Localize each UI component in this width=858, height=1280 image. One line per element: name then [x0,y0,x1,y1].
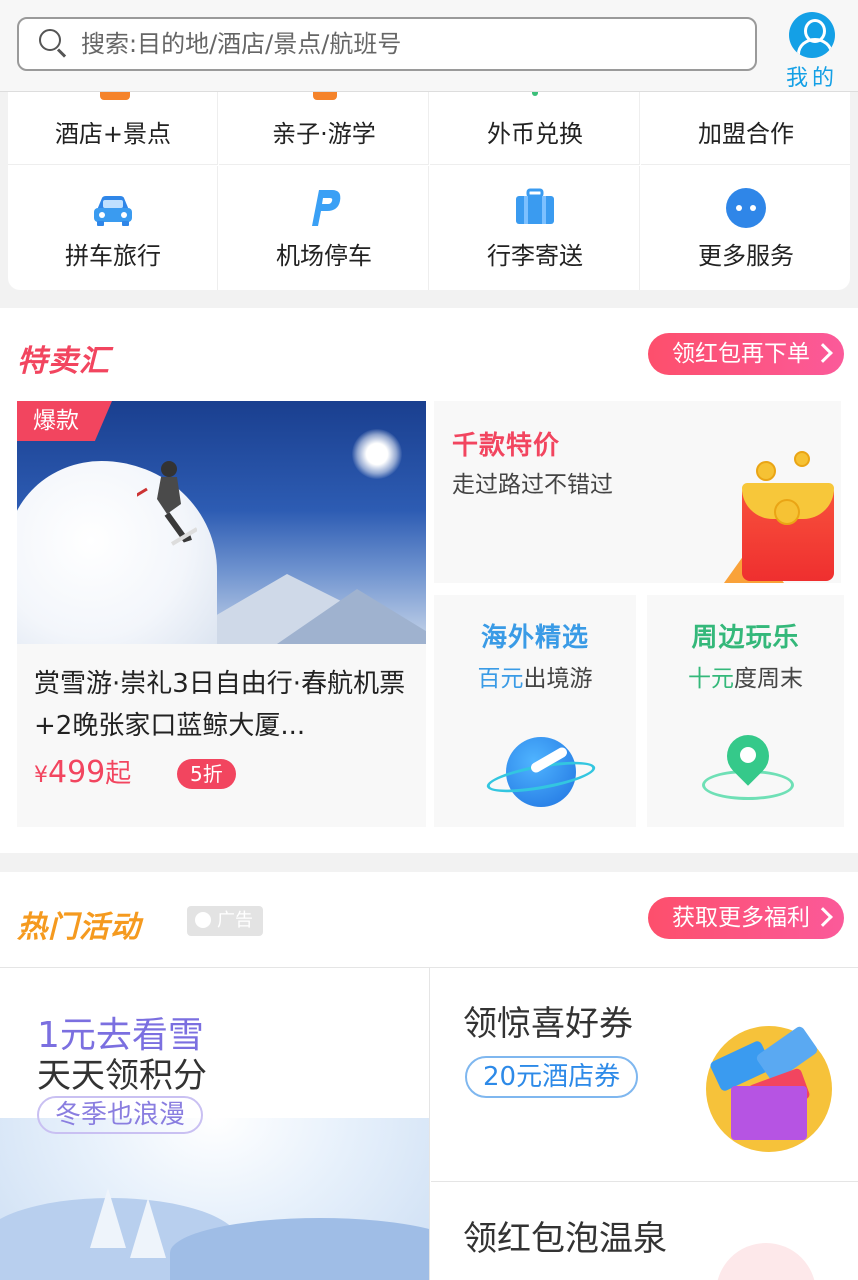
service-franchise[interactable]: 加盟合作 [641,92,850,165]
specials-title: 千款特价 [452,431,561,461]
activities-title: 热门活动 [17,910,141,945]
snow-activity-tag: 冬季也浪漫 [37,1096,204,1134]
search-box[interactable] [17,17,757,71]
service-airport-parking[interactable]: 机场停车 [219,166,429,290]
snow-activity-subheadline: 天天领积分 [37,1056,207,1096]
service-currency-exchange[interactable]: 外币兑换 [430,92,640,165]
more-icon [726,188,766,228]
overseas-card[interactable]: 海外精选 百元出境游 [434,595,636,827]
service-hotel-scenic[interactable]: 酒店+景点 [8,92,218,165]
search-icon [37,27,71,61]
coin-icon [756,461,776,481]
user-avatar-icon [789,12,835,58]
discount-badge: 5折 [177,759,236,789]
mine-label: 我的 [785,66,838,91]
get-coupon-button[interactable]: 领红包再下单 [648,333,844,375]
service-more[interactable]: 更多服务 [641,166,850,290]
more-benefits-label: 获取更多福利 [672,905,810,931]
hot-deal-price: ¥499起 [34,755,132,790]
nearby-title: 周边玩乐 [691,623,800,653]
chevron-right-icon [813,343,833,363]
coin-icon [794,451,810,467]
coupon-activity-title: 领惊喜好券 [463,1004,633,1044]
service-family-study[interactable]: 亲子·游学 [219,92,429,165]
nearby-subtitle: 十元度周末 [688,666,803,692]
search-input[interactable] [81,30,721,58]
overseas-subtitle: 百元出境游 [477,666,593,692]
parking-icon [312,190,341,226]
coupon-activity-card[interactable]: 领惊喜好券 20元酒店券 [431,968,858,1182]
activities-grid: 1元去看雪 天天领积分 冬季也浪漫 领惊喜好券 20元酒店券 领红包泡温泉 [0,967,858,1280]
service-luggage-delivery[interactable]: 行李寄送 [430,166,640,290]
ad-badge: 广告 [187,906,263,936]
get-coupon-label: 领红包再下单 [672,341,810,367]
hot-spring-activity-title: 领红包泡温泉 [463,1219,667,1259]
car-icon [94,196,132,226]
overseas-title: 海外精选 [480,623,589,653]
coin-icon [774,499,800,525]
specials-card[interactable]: 千款特价 走过路过不错过 [434,401,841,583]
top-bar: 我的 [0,0,858,92]
mine-button[interactable]: 我的 [772,8,852,91]
service-carpool[interactable]: 拼车旅行 [8,166,218,290]
specials-subtitle: 走过路过不错过 [452,472,613,498]
hot-deal-card[interactable]: 爆款 赏雪游·崇礼3日自由行·春航机票+2晚张家口蓝鲸大厦... ¥499起 5… [17,401,426,827]
hotel-coupon-tag: 20元酒店券 [465,1056,639,1098]
sun-glare [352,429,402,479]
hot-spring-icon [716,1243,816,1280]
skier-figure [137,461,197,546]
app-screen: 我的 酒店+景点 亲子·游学 外币兑换 加盟合作 拼车旅行 [0,0,858,1280]
deals-section: 特卖汇 领红包再下单 爆款 赏雪游·崇礼3日自由行·春航机票+2晚张家口蓝鲸大厦… [0,308,858,853]
activities-section: 热门活动 广告 获取更多福利 1元去看雪 天天领积分 冬季也浪漫 领惊喜好券 2… [0,872,858,1280]
chevron-right-icon [813,907,833,927]
snow-landscape [0,1118,429,1280]
luggage-icon [516,188,554,224]
hot-spring-activity-card[interactable]: 领红包泡温泉 [431,1183,858,1280]
snow-activity-card[interactable]: 1元去看雪 天天领积分 冬季也浪漫 [0,968,430,1280]
hot-deal-title: 赏雪游·崇礼3日自由行·春航机票+2晚张家口蓝鲸大厦... [34,669,406,741]
deals-title: 特卖汇 [17,344,110,379]
service-grid: 酒店+景点 亲子·游学 外币兑换 加盟合作 拼车旅行 机场停车 行李寄送 更多服… [8,92,850,290]
more-benefits-button[interactable]: 获取更多福利 [648,897,844,939]
nearby-card[interactable]: 周边玩乐 十元度周末 [647,595,844,827]
